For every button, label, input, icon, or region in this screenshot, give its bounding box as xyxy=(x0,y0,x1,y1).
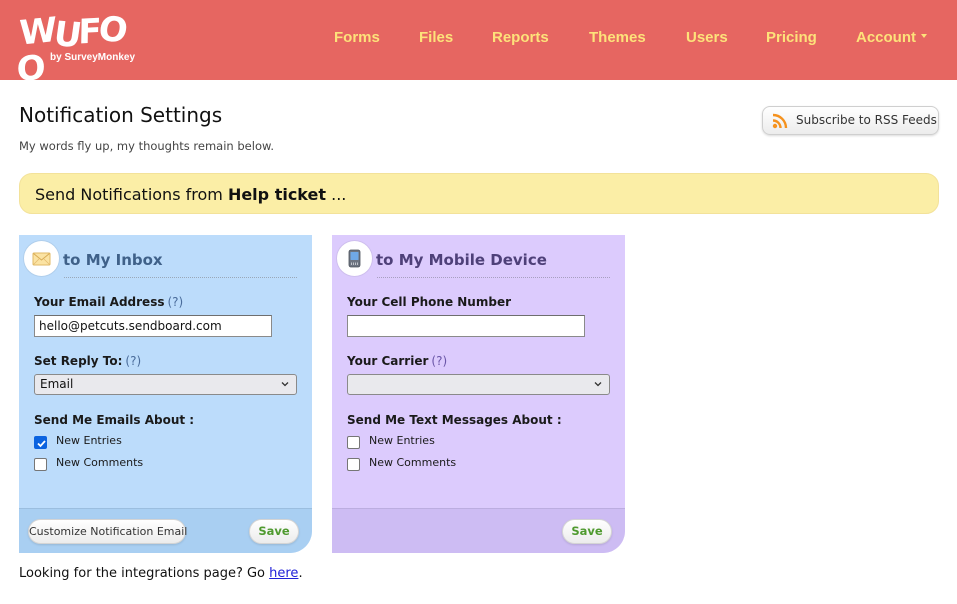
chevron-down-icon xyxy=(594,382,602,387)
integrations-note-text: Looking for the integrations page? Go xyxy=(19,566,270,581)
checkmark-icon xyxy=(37,440,46,448)
top-navigation-bar: WUFOO by SurveyMonkey Forms Files Report… xyxy=(0,0,957,90)
inbox-panel-heading: to My Inbox xyxy=(63,251,163,269)
email-address-label: Your Email Address (?) xyxy=(34,295,183,309)
envelope-icon xyxy=(32,252,51,266)
email-label-text: Your Email Address xyxy=(34,295,165,309)
text-about-label: Send Me Text Messages About : xyxy=(347,413,562,427)
nav-account[interactable]: Account xyxy=(856,29,927,46)
banner-form-name: Help ticket xyxy=(227,185,327,204)
reply-to-selected-value: Email xyxy=(40,377,74,391)
email-new-entries-checkbox[interactable] xyxy=(34,436,47,449)
mobile-icon-badge xyxy=(337,241,372,276)
integrations-here-link[interactable]: here xyxy=(269,566,298,581)
caret-down-icon xyxy=(921,34,927,39)
carrier-help-link[interactable]: (?) xyxy=(431,354,447,368)
nav-forms[interactable]: Forms xyxy=(334,29,380,46)
inbox-panel-footer: Customize Notification Email Save xyxy=(19,508,312,553)
mobile-panel-heading: to My Mobile Device xyxy=(376,251,547,269)
mobile-notification-panel: to My Mobile Device Your Cell Phone Numb… xyxy=(332,235,625,553)
logo-letter: O xyxy=(16,48,43,90)
reply-to-label: Set Reply To: (?) xyxy=(34,354,141,368)
text-new-comments-label: New Comments xyxy=(369,456,457,469)
chevron-down-icon xyxy=(281,382,289,387)
email-new-comments-checkbox[interactable] xyxy=(34,458,47,471)
email-help-link[interactable]: (?) xyxy=(167,295,183,309)
reply-label-text: Set Reply To: xyxy=(34,354,123,368)
heading-divider xyxy=(377,277,610,278)
nav-pricing[interactable]: Pricing xyxy=(766,29,817,46)
nav-reports[interactable]: Reports xyxy=(492,29,549,46)
mobile-phone-icon xyxy=(348,249,361,268)
carrier-label: Your Carrier (?) xyxy=(347,354,447,368)
inbox-notification-panel: to My Inbox Your Email Address(?) Set Re… xyxy=(19,235,312,553)
heading-divider xyxy=(64,277,297,278)
banner-suffix: ... xyxy=(326,185,347,204)
mobile-panel-footer: Save xyxy=(332,508,625,553)
nav-account-label: Account xyxy=(856,29,916,46)
carrier-label-text: Your Carrier xyxy=(347,354,429,368)
reply-to-select[interactable]: Email xyxy=(34,374,297,395)
email-new-entries-label: New Entries xyxy=(56,434,122,447)
cell-phone-label: Your Cell Phone Number xyxy=(347,295,511,309)
email-about-label: Send Me Emails About : xyxy=(34,413,195,427)
rss-button-label: Subscribe to RSS Feeds xyxy=(796,113,937,127)
carrier-select[interactable] xyxy=(347,374,610,395)
page-subtitle: My words fly up, my thoughts remain belo… xyxy=(19,139,274,153)
customize-notification-email-button[interactable]: Customize Notification Email xyxy=(28,519,187,544)
integrations-note-suffix: . xyxy=(298,566,303,581)
page-title: Notification Settings xyxy=(19,103,223,127)
inbox-icon-badge xyxy=(24,241,59,276)
text-new-comments-checkbox[interactable] xyxy=(347,458,360,471)
cell-phone-input[interactable] xyxy=(347,315,585,337)
banner-text: Send Notifications from Help ticket ... xyxy=(35,185,346,204)
text-new-entries-label: New Entries xyxy=(369,434,435,447)
integrations-note: Looking for the integrations page? Go he… xyxy=(19,566,303,581)
rss-icon xyxy=(772,113,788,129)
inbox-save-button[interactable]: Save xyxy=(249,519,299,544)
email-new-comments-label: New Comments xyxy=(56,456,144,469)
email-address-input[interactable] xyxy=(34,315,272,337)
banner-prefix: Send Notifications from xyxy=(35,185,228,204)
subscribe-rss-button[interactable]: Subscribe to RSS Feeds xyxy=(762,106,939,135)
form-notification-banner: Send Notifications from Help ticket ... xyxy=(19,173,939,214)
main-nav: Forms Files Reports Themes Users Pricing… xyxy=(0,29,957,51)
text-new-entries-checkbox[interactable] xyxy=(347,436,360,449)
mobile-save-button[interactable]: Save xyxy=(562,519,612,544)
nav-themes[interactable]: Themes xyxy=(589,29,646,46)
nav-users[interactable]: Users xyxy=(686,29,728,46)
reply-help-link[interactable]: (?) xyxy=(125,354,141,368)
nav-files[interactable]: Files xyxy=(419,29,453,46)
logo-byline: by SurveyMonkey xyxy=(50,52,136,63)
